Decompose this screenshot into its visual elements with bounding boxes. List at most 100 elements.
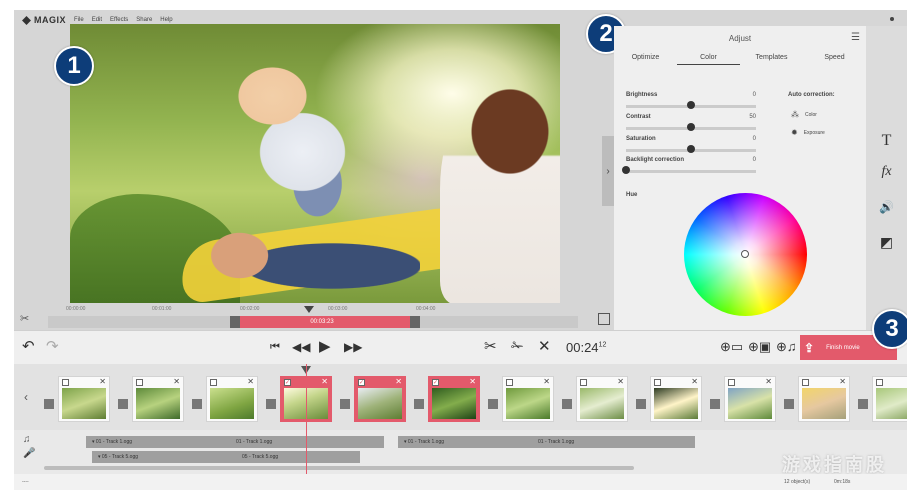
transition-icon[interactable] xyxy=(266,399,276,409)
clip-delete-icon[interactable]: ✕ xyxy=(543,377,550,386)
clip-checkbox[interactable] xyxy=(876,379,883,386)
clip-checkbox[interactable]: ✓ xyxy=(284,379,291,386)
redo-icon[interactable]: ↷ xyxy=(46,338,59,356)
menu-effects[interactable]: Effects xyxy=(110,17,128,23)
clip-delete-icon[interactable]: ✕ xyxy=(765,377,772,386)
transition-icon[interactable] xyxy=(192,399,202,409)
horizontal-scrollbar[interactable] xyxy=(44,466,634,470)
clip-delete-icon[interactable]: ✕ xyxy=(321,377,328,386)
auto-color-button[interactable]: ⁂ Color xyxy=(791,110,817,119)
menu-help[interactable]: Help xyxy=(160,17,172,23)
transition-icon[interactable] xyxy=(636,399,646,409)
clip-checkbox[interactable] xyxy=(136,379,143,386)
fullscreen-icon[interactable] xyxy=(598,313,610,325)
transition-icon[interactable] xyxy=(44,399,54,409)
transition-icon[interactable] xyxy=(858,399,868,409)
slider-contrast[interactable]: Contrast 50 xyxy=(626,114,756,131)
clip-checkbox[interactable] xyxy=(210,379,217,386)
transition-icon[interactable] xyxy=(710,399,720,409)
clip-delete-icon[interactable]: ✕ xyxy=(395,377,402,386)
storyboard-clip[interactable]: ✓ ✕ xyxy=(428,376,480,422)
audio-clip[interactable]: ▾ 01 - Track 1.ogg 01 - Track 1.ogg xyxy=(86,436,384,448)
clip-checkbox[interactable] xyxy=(580,379,587,386)
tab-speed[interactable]: Speed xyxy=(803,54,866,65)
rewind-icon[interactable]: ◀◀ xyxy=(292,338,310,356)
storyboard-clip[interactable]: ✕ xyxy=(206,376,258,422)
menu-share[interactable]: Share xyxy=(136,17,152,23)
hamburger-menu-icon[interactable]: ☰ xyxy=(851,32,860,43)
clip-delete-icon[interactable]: ✕ xyxy=(173,377,180,386)
fast-forward-icon[interactable]: ▶▶ xyxy=(344,338,362,356)
clip-checkbox[interactable] xyxy=(728,379,735,386)
tab-optimize[interactable]: Optimize xyxy=(614,54,677,65)
add-music-icon[interactable]: ⊕♫ xyxy=(776,338,797,356)
menu-edit[interactable]: Edit xyxy=(92,17,102,23)
storyboard-clip[interactable]: ✕ xyxy=(132,376,184,422)
audio-clip[interactable]: ▾ 01 - Track 1.ogg 01 - Track 1.ogg xyxy=(398,436,695,448)
add-video-icon[interactable]: ⊕▭ xyxy=(720,338,743,356)
scrub-selection[interactable]: 00:03:23 xyxy=(230,316,414,328)
slider-knob[interactable] xyxy=(687,145,695,153)
scrub-bar[interactable]: 00:03:23 xyxy=(48,316,578,328)
slider-knob[interactable] xyxy=(622,166,630,174)
storyboard-clip[interactable]: ✕ xyxy=(650,376,702,422)
storyboard-clip[interactable]: ✕ xyxy=(724,376,776,422)
transition-icon[interactable] xyxy=(340,399,350,409)
clip-delete-icon[interactable]: ✕ xyxy=(247,377,254,386)
clip-checkbox[interactable] xyxy=(62,379,69,386)
delete-icon[interactable]: ✕ xyxy=(538,338,551,356)
effects-icon[interactable]: fx xyxy=(866,164,907,180)
selection-end-handle[interactable] xyxy=(410,316,420,328)
transition-icon[interactable] xyxy=(488,399,498,409)
cut-disabled-icon[interactable]: ✂ xyxy=(20,312,29,325)
audio-icon[interactable]: 🔊 xyxy=(866,200,907,214)
clip-checkbox[interactable] xyxy=(506,379,513,386)
contrast-icon[interactable]: ◩ xyxy=(866,234,907,251)
transition-icon[interactable] xyxy=(414,399,424,409)
slider-track[interactable] xyxy=(626,170,756,173)
slider-knob[interactable] xyxy=(687,123,695,131)
clip-thumbnail xyxy=(210,388,254,419)
clip-delete-icon[interactable]: ✕ xyxy=(839,377,846,386)
clip-checkbox[interactable] xyxy=(802,379,809,386)
slider-backlight[interactable]: Backlight correction 0 xyxy=(622,157,756,174)
clip-delete-icon[interactable]: ✕ xyxy=(469,377,476,386)
storyboard-clip[interactable]: ✓ ✕ xyxy=(354,376,406,422)
slider-saturation[interactable]: Saturation 0 xyxy=(626,136,756,153)
slider-knob[interactable] xyxy=(687,101,695,109)
clip-checkbox[interactable]: ✓ xyxy=(358,379,365,386)
storyboard-clip[interactable]: ✕ xyxy=(576,376,628,422)
clip-delete-icon[interactable]: ✕ xyxy=(99,377,106,386)
transition-icon[interactable] xyxy=(562,399,572,409)
skip-start-icon[interactable]: ⏮ xyxy=(270,338,280,356)
scroll-left-icon[interactable]: ‹ xyxy=(24,390,28,404)
auto-exposure-button[interactable]: ✹ Exposure xyxy=(791,128,825,137)
trim-scissors-icon[interactable]: ✁ xyxy=(511,338,524,356)
storyboard-clip[interactable]: ✕ xyxy=(58,376,110,422)
tab-templates[interactable]: Templates xyxy=(740,54,803,65)
slider-brightness[interactable]: Brightness 0 xyxy=(626,92,756,109)
add-photo-icon[interactable]: ⊕▣ xyxy=(748,338,771,356)
tab-color[interactable]: Color xyxy=(677,54,740,65)
clip-checkbox[interactable]: ✓ xyxy=(432,379,439,386)
clip-delete-icon[interactable]: ✕ xyxy=(617,377,624,386)
clip-checkbox[interactable] xyxy=(654,379,661,386)
transition-icon[interactable] xyxy=(118,399,128,409)
selection-start-handle[interactable] xyxy=(230,316,240,328)
adjust-tabs: Optimize Color Templates Speed xyxy=(614,54,866,65)
undo-icon[interactable]: ↶ xyxy=(22,338,35,356)
play-icon[interactable]: ▶ xyxy=(319,338,331,356)
audio-clip[interactable]: ▾ 05 - Track 5.ogg 05 - Track 5.ogg xyxy=(92,451,360,463)
hue-picker-dot[interactable] xyxy=(741,250,749,258)
preview-playhead[interactable] xyxy=(304,306,314,313)
sun-icon: ✹ xyxy=(791,128,798,137)
transition-icon[interactable] xyxy=(784,399,794,409)
menu-file[interactable]: File xyxy=(74,17,84,23)
storyboard-clip[interactable]: ✕ xyxy=(502,376,554,422)
storyboard-clip[interactable]: ✕ xyxy=(872,376,907,422)
text-icon[interactable]: T xyxy=(866,132,907,150)
storyboard-clip[interactable]: ✕ xyxy=(798,376,850,422)
panel-collapse-button[interactable]: › xyxy=(602,136,614,206)
clip-delete-icon[interactable]: ✕ xyxy=(691,377,698,386)
split-scissors-icon[interactable]: ✂ xyxy=(484,338,497,356)
